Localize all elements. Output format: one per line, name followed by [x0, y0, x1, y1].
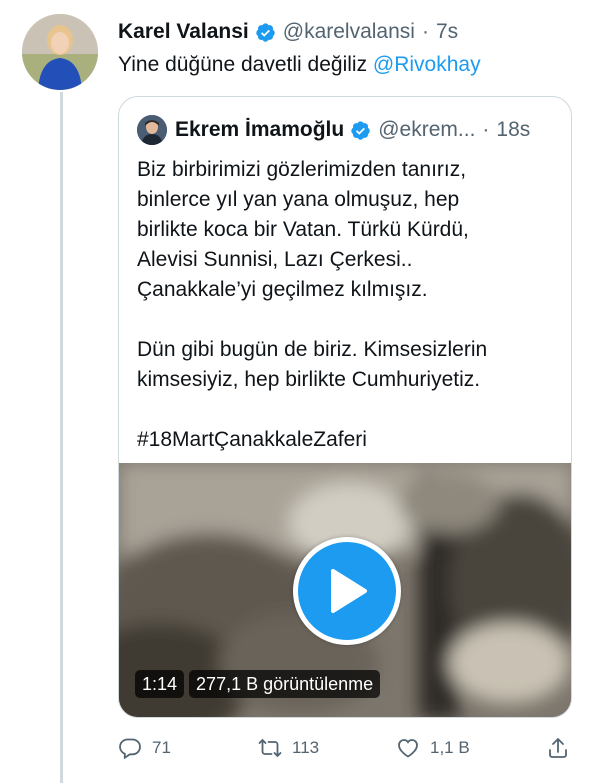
text-line: kimsesiyiz, hep birlikte Cumhuriyetiz. — [137, 368, 481, 391]
heart-icon — [398, 739, 418, 758]
reply-count: 71 — [152, 738, 171, 757]
reply-icon — [119, 738, 141, 760]
tweet-body: Yine düğüne davetli değiliz — [118, 53, 373, 76]
separator-dot: · — [421, 20, 429, 43]
quoted-tweet-header: Ekrem İmamoğlu @ekrem... · 18s — [137, 113, 530, 147]
reply-button[interactable]: 71 — [118, 736, 171, 760]
tweet-actions: 71 113 1,1 B — [118, 736, 580, 766]
quoted-time[interactable]: 18s — [496, 118, 530, 142]
retweet-icon — [258, 739, 282, 757]
retweet-button[interactable]: 113 — [258, 736, 319, 760]
retweet-count: 113 — [292, 738, 320, 757]
tweet-header: Karel Valansi @karelvalansi · 7s — [118, 18, 458, 46]
text-line: Alevisi Sunnisi, Lazı Çerkesi.. — [137, 248, 413, 271]
quoted-tweet-text: Biz birbirimizi gözlerimizden tanırız, b… — [137, 155, 557, 455]
share-icon — [549, 738, 567, 758]
separator-dot: · — [482, 118, 490, 141]
tweet-text: Yine düğüne davetli değiliz @Rivokhay — [118, 51, 481, 79]
author-handle[interactable]: @karelvalansi — [283, 20, 415, 44]
mention-link[interactable]: @Rivokhay — [373, 53, 481, 76]
video-badges: 1:14 277,1 B görüntülenme — [135, 670, 381, 698]
like-count: 1,1 B — [430, 738, 470, 757]
share-button[interactable] — [546, 736, 570, 760]
thread-line — [60, 92, 63, 783]
text-line: binlerce yıl yan yana olmuşuz, hep — [137, 188, 460, 211]
avatar[interactable] — [22, 14, 98, 90]
text-line: Biz birbirimizi gözlerimizden tanırız, — [137, 158, 467, 181]
tweet-time[interactable]: 7s — [436, 20, 458, 44]
text-line: birlikte koca bir Vatan. Türkü Kürdü, — [137, 218, 469, 241]
play-icon — [331, 569, 367, 613]
text-line: Dün gibi bugün de biriz. Kimsesizlerin — [137, 338, 488, 361]
quoted-author-name[interactable]: Ekrem İmamoğlu — [175, 118, 344, 142]
hashtag-link[interactable]: #18MartÇanakkaleZaferi — [137, 425, 557, 455]
video-duration: 1:14 — [135, 670, 185, 698]
like-button[interactable]: 1,1 B — [396, 736, 470, 760]
verified-badge-icon — [351, 120, 370, 140]
quoted-tweet-card[interactable]: Ekrem İmamoğlu @ekrem... · 18s Biz birbi… — [118, 96, 572, 718]
text-line: Çanakkale’yi geçilmez kılmışız. — [137, 278, 428, 301]
verified-badge-icon — [256, 22, 275, 42]
quoted-avatar[interactable] — [137, 115, 167, 145]
author-name[interactable]: Karel Valansi — [118, 20, 249, 44]
video-views: 277,1 B görüntülenme — [189, 670, 381, 698]
play-button[interactable] — [293, 537, 401, 645]
video-player[interactable]: 1:14 277,1 B görüntülenme — [119, 463, 571, 717]
quoted-author-handle[interactable]: @ekrem... — [378, 118, 475, 142]
